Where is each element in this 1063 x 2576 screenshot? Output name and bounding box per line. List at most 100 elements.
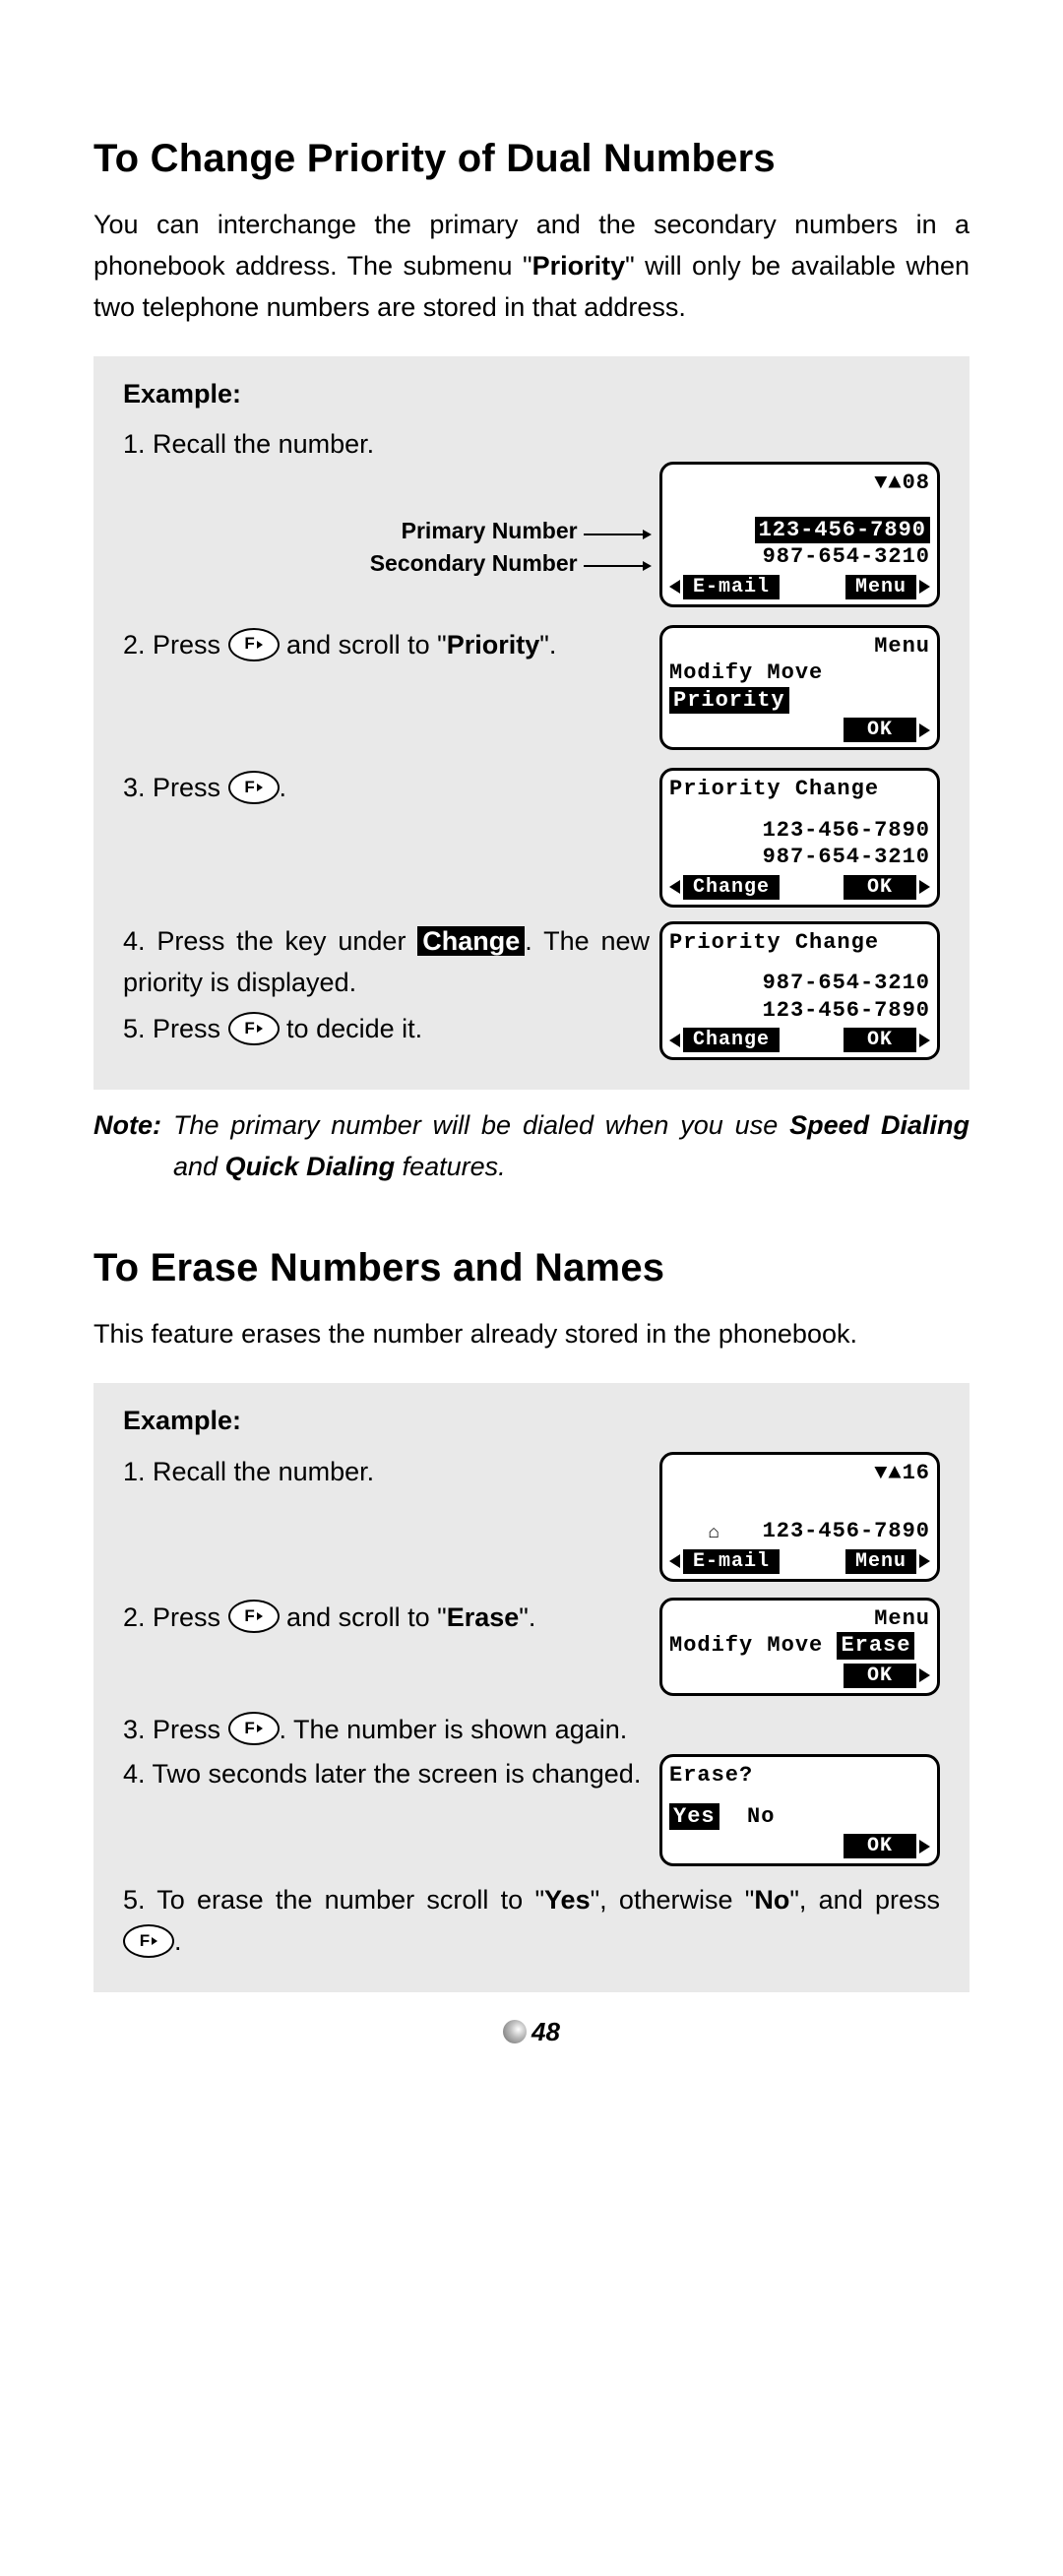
sk-ok: OK (844, 1028, 916, 1052)
s2scr3-title: Erase? (669, 1763, 753, 1788)
s2s5e: ", and press (789, 1885, 940, 1915)
s2d: ". (539, 630, 556, 660)
s2s3a: 3. Press (123, 1715, 228, 1744)
screen2: Menu Modify Move Priority OK (659, 625, 940, 751)
screen4-line2: 123-456-7890 (669, 997, 930, 1025)
triangle-right-icon (919, 1034, 930, 1047)
f-key-icon: F (228, 771, 280, 804)
s2scr1-header: ▼▲16 (669, 1460, 930, 1487)
s2step3-text: 3. Press F. The number is shown again. (123, 1710, 940, 1751)
sk-ok: OK (844, 1834, 916, 1858)
s2scr3-no: No (747, 1804, 775, 1829)
triangle-right-icon (919, 1840, 930, 1853)
sk-change: Change (683, 1028, 780, 1052)
s2scr2-item1: Modify (669, 1633, 753, 1658)
s2c: Priority (447, 630, 540, 660)
s3b: . (280, 773, 287, 802)
note-a: The primary number will be dialed when y… (173, 1110, 789, 1140)
step1-text: 1. Recall the number. (123, 424, 940, 466)
note-b: Speed Dialing (789, 1110, 969, 1140)
s2s2a: 2. Press (123, 1602, 228, 1632)
s2s5f: . (174, 1926, 182, 1956)
sk-email: E-mail (683, 575, 780, 599)
f-key-icon: F (228, 1600, 280, 1633)
triangle-left-icon (669, 880, 680, 894)
screen3: Priority Change 123-456-7890 987-654-321… (659, 768, 940, 908)
section2-intro: This feature erases the number already s… (94, 1314, 969, 1355)
note-c: and (173, 1152, 225, 1181)
screen1-header: ▼▲08 (669, 470, 930, 497)
sk-change: Change (683, 875, 780, 900)
section1-heading: To Change Priority of Dual Numbers (94, 128, 969, 189)
triangle-left-icon (669, 580, 680, 594)
s2a: 2. Press (123, 630, 228, 660)
s2scr2-item2: Move (767, 1633, 823, 1658)
intro-part-b: Priority (532, 251, 626, 281)
s2s3b: . The number is shown again. (280, 1715, 628, 1744)
screen4-title: Priority Change (669, 930, 879, 955)
triangle-right-icon (919, 1668, 930, 1682)
sk-ok: OK (844, 1664, 916, 1688)
arrow-icon (584, 549, 652, 580)
screen1-secondary: 987-654-3210 (669, 543, 930, 571)
triangle-right-icon (919, 580, 930, 594)
s2s5c: ", otherwise " (591, 1885, 755, 1915)
s5a: 5. Press (123, 1014, 228, 1043)
s2step1-text: 1. Recall the number. (123, 1452, 650, 1493)
triangle-right-icon (919, 1554, 930, 1568)
example-label: Example: (123, 374, 940, 415)
s2step4-text: 4. Two seconds later the screen is chang… (123, 1754, 650, 1795)
section1-intro: You can interchange the primary and the … (94, 205, 969, 329)
s2b: and scroll to " (280, 630, 447, 660)
section2-heading: To Erase Numbers and Names (94, 1237, 969, 1298)
s2s5a: 5. To erase the number scroll to " (123, 1885, 544, 1915)
screen1: ▼▲08 123-456-7890 987-654-3210 E-mail Me… (659, 462, 940, 607)
step2-text: 2. Press F and scroll to "Priority". (123, 625, 650, 666)
section2-example: Example: 1. Recall the number. ▼▲16 ⌂ 12… (94, 1383, 969, 1992)
section1-example: Example: 1. Recall the number. Primary N… (94, 356, 969, 1091)
screen2-item3: Priority (669, 687, 789, 715)
s2scr2-item3: Erase (837, 1632, 914, 1660)
triangle-right-icon (919, 723, 930, 737)
triangle-right-icon (919, 880, 930, 894)
s4a: 4. Press the key under (123, 926, 417, 956)
s5b: to decide it. (280, 1014, 423, 1043)
screen3-title: Priority Change (669, 777, 879, 801)
sk-ok: OK (844, 875, 916, 900)
s3a: 3. Press (123, 773, 228, 802)
triangle-left-icon (669, 1554, 680, 1568)
screen2-item1: Modify (669, 660, 753, 685)
screen2-item2: Move (767, 660, 823, 685)
screen1-primary: 123-456-7890 (755, 517, 930, 544)
f-key-icon: F (123, 1924, 174, 1958)
s2step5-text: 5. To erase the number scroll to "Yes", … (123, 1880, 940, 1963)
sk-ok: OK (844, 718, 916, 742)
s2screen3: Erase? Yes No OK (659, 1754, 940, 1866)
s2screen1: ▼▲16 ⌂ 123-456-7890 E-mail Menu (659, 1452, 940, 1582)
home-icon: ⌂ (709, 1522, 720, 1545)
sk-menu: Menu (845, 1549, 916, 1574)
s2s2c: Erase (447, 1602, 520, 1632)
section1-note: Note: The primary number will be dialed … (94, 1105, 969, 1188)
s2s2d: ". (519, 1602, 535, 1632)
sk-email: E-mail (683, 1549, 780, 1574)
screen4: Priority Change 987-654-3210 123-456-789… (659, 921, 940, 1061)
s2s5d: No (754, 1885, 789, 1915)
page-number: 48 (94, 2012, 969, 2051)
arrow-icon (584, 518, 652, 548)
secondary-label: Secondary Number (370, 550, 578, 576)
s2s5b: Yes (544, 1885, 591, 1915)
s2s2b: and scroll to " (280, 1602, 447, 1632)
step4-5-text: 4. Press the key under Change. The new p… (123, 921, 650, 1051)
screen3-line2: 987-654-3210 (669, 844, 930, 871)
screen3-line1: 123-456-7890 (669, 817, 930, 845)
note-e: features. (395, 1152, 506, 1181)
s2scr2-title: Menu (669, 1605, 930, 1633)
change-chip: Change (417, 926, 525, 956)
f-key-icon: F (228, 628, 280, 661)
primary-label: Primary Number (402, 518, 578, 543)
s2scr1-number: 123-456-7890 (763, 1519, 930, 1543)
f-key-icon: F (228, 1012, 280, 1045)
f-key-icon: F (228, 1712, 280, 1745)
sk-menu: Menu (845, 575, 916, 599)
